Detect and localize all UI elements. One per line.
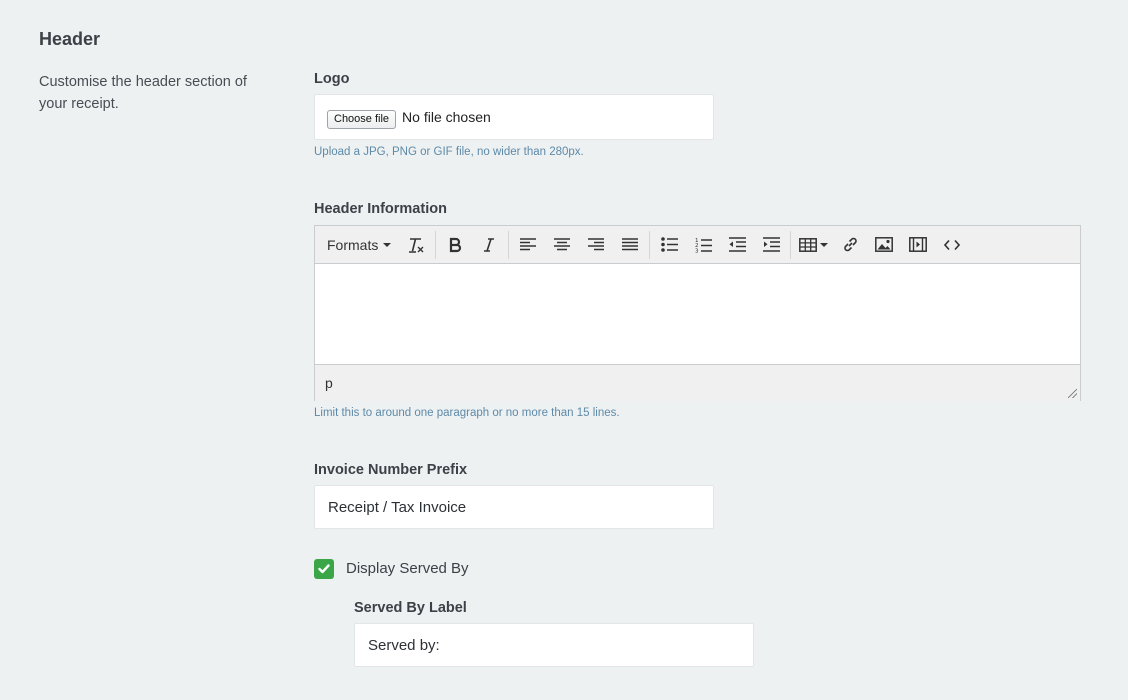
chevron-down-icon	[383, 242, 392, 247]
formats-label: Formats	[327, 236, 379, 253]
image-icon	[875, 237, 894, 252]
formats-dropdown[interactable]: Formats	[319, 230, 399, 260]
section-title: Header	[39, 29, 101, 49]
editor-content-area[interactable]	[315, 264, 1080, 364]
align-left-button[interactable]	[511, 230, 545, 260]
align-justify-icon	[622, 237, 639, 250]
image-button[interactable]	[867, 230, 901, 260]
choose-file-button[interactable]: Choose file	[327, 109, 397, 129]
clear-formatting-icon	[409, 237, 424, 253]
editor-toolbar: Formats 1 2 3	[315, 226, 1080, 264]
svg-text:3: 3	[695, 248, 699, 253]
link-icon	[844, 237, 857, 252]
logo-label: Logo	[314, 71, 350, 87]
header-information-help-text: Limit this to around one paragraph or no…	[314, 407, 620, 419]
served-by-label-heading: Served By Label	[354, 600, 467, 616]
outdent-icon	[728, 237, 746, 252]
served-by-label-input[interactable]: Served by:	[354, 623, 754, 667]
table-dropdown[interactable]	[793, 230, 833, 260]
served-by-label-value: Served by:	[368, 636, 440, 654]
invoice-number-prefix-input[interactable]: Receipt / Tax Invoice	[314, 485, 714, 529]
align-center-icon	[554, 237, 571, 250]
toolbar-separator	[649, 230, 651, 259]
toolbar-separator	[790, 230, 792, 259]
indent-icon	[762, 237, 780, 252]
bullet-list-button[interactable]	[652, 230, 686, 260]
invoice-number-prefix-label: Invoice Number Prefix	[314, 462, 468, 478]
header-information-label: Header Information	[314, 201, 447, 217]
indent-button[interactable]	[754, 230, 788, 260]
section-description: Customise the header section of your rec…	[39, 74, 247, 112]
checkmark-icon	[318, 564, 330, 574]
toolbar-separator	[435, 230, 437, 259]
invoice-number-prefix-value: Receipt / Tax Invoice	[328, 498, 467, 516]
numbered-list-icon: 1 2 3	[695, 238, 712, 253]
element-path[interactable]: p	[325, 375, 333, 391]
source-code-button[interactable]	[935, 230, 969, 260]
align-right-icon	[588, 237, 605, 250]
bullet-list-icon	[661, 237, 678, 252]
source-code-icon	[944, 239, 961, 250]
media-icon	[909, 237, 928, 252]
align-right-button[interactable]	[579, 230, 613, 260]
clear-formatting-button[interactable]	[399, 230, 433, 260]
link-button[interactable]	[833, 230, 867, 260]
align-justify-button[interactable]	[613, 230, 647, 260]
no-file-chosen-text: No file chosen	[402, 109, 491, 125]
rich-text-editor: Formats 1 2 3 p	[314, 225, 1081, 401]
display-served-by-label[interactable]: Display Served By	[346, 560, 469, 577]
logo-file-input[interactable]: Choose file No file chosen	[314, 94, 714, 140]
toolbar-separator	[508, 230, 510, 259]
align-center-button[interactable]	[545, 230, 579, 260]
outdent-button[interactable]	[720, 230, 754, 260]
media-button[interactable]	[901, 230, 935, 260]
logo-help-text: Upload a JPG, PNG or GIF file, no wider …	[314, 146, 584, 158]
table-icon	[798, 237, 817, 252]
italic-button[interactable]	[472, 230, 506, 260]
italic-icon	[484, 237, 495, 252]
display-served-by-checkbox[interactable]	[314, 559, 334, 579]
bold-button[interactable]	[438, 230, 472, 260]
chevron-down-icon	[819, 242, 828, 247]
align-left-icon	[520, 237, 537, 250]
resize-handle-icon[interactable]	[1068, 389, 1077, 398]
numbered-list-button[interactable]: 1 2 3	[686, 230, 720, 260]
editor-statusbar: p	[315, 364, 1080, 401]
bold-icon	[450, 237, 462, 252]
